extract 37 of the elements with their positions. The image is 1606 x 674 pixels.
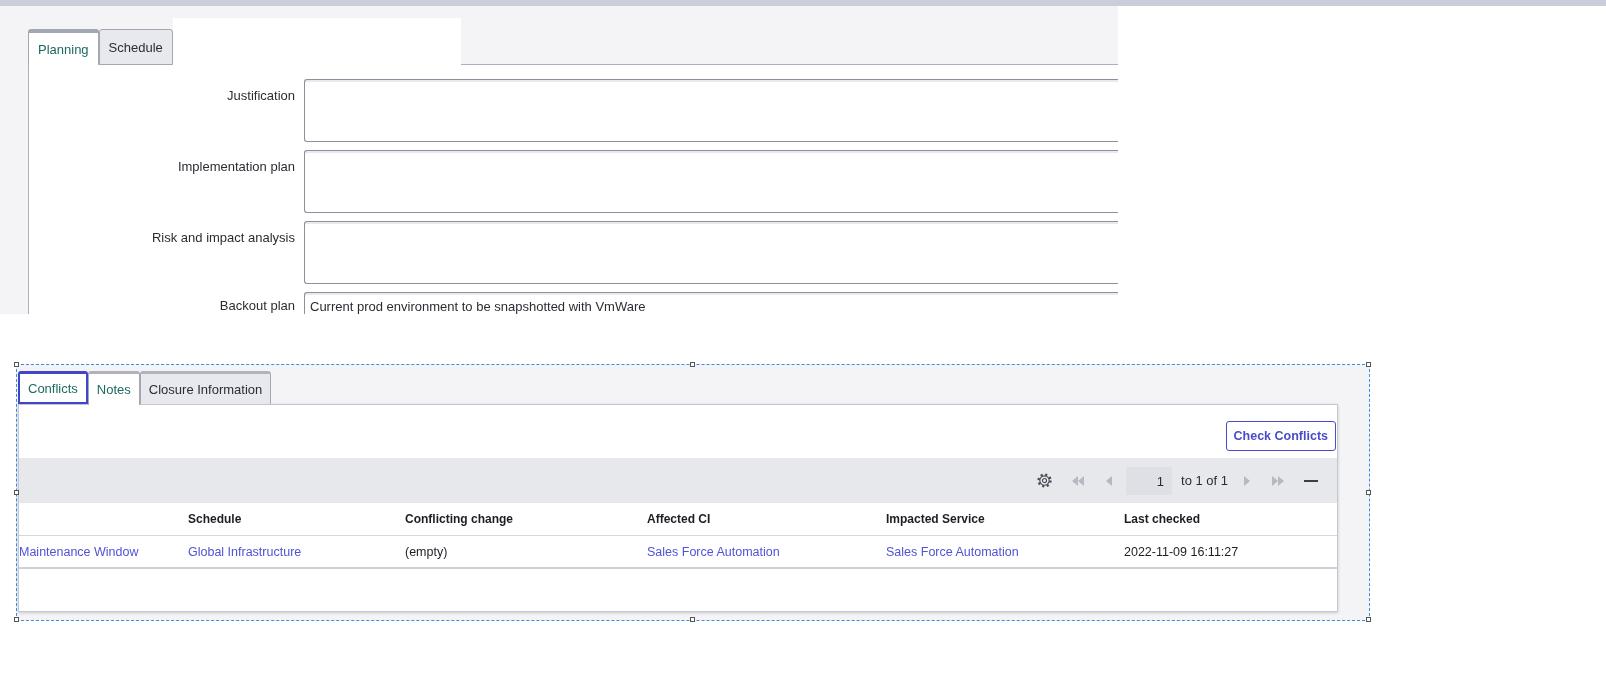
resize-handle-icon[interactable] xyxy=(1366,362,1371,367)
table-link[interactable]: Maintenance Window xyxy=(19,544,139,559)
text-area-field[interactable] xyxy=(304,79,1118,142)
related-list-tab[interactable]: Conflicts xyxy=(18,371,88,404)
resize-handle-icon[interactable] xyxy=(14,362,19,367)
page-range: to 1 of 1 xyxy=(1181,473,1228,488)
column-header[interactable]: Affected CI xyxy=(647,512,711,526)
resize-handle-icon[interactable] xyxy=(14,489,19,495)
column-header[interactable]: Impacted Service xyxy=(886,512,985,526)
table-link[interactable]: Global Infrastructure xyxy=(188,544,302,559)
text-input-field[interactable]: Current prod environment to be snapshotted with VmWare xyxy=(304,292,1118,314)
table-link[interactable]: Sales Force Automation xyxy=(647,544,780,559)
column-header[interactable]: Conflicting change xyxy=(405,512,513,526)
resize-handle-icon[interactable] xyxy=(690,362,695,367)
page-number-field[interactable]: 1 xyxy=(1126,466,1172,495)
related-list-tab[interactable]: Notes xyxy=(87,371,140,405)
text-area-field[interactable] xyxy=(304,150,1118,213)
field-label: Backout plan xyxy=(218,297,295,313)
check-conflicts-button[interactable]: Check Conflicts xyxy=(1225,421,1336,451)
form-tab[interactable]: Planning xyxy=(28,29,99,65)
resize-handle-icon[interactable] xyxy=(1366,617,1371,622)
collapse-icon[interactable] xyxy=(1304,479,1318,482)
field-label: Implementation plan xyxy=(176,158,295,174)
table-cell: 2022-11-09 16:11:27 xyxy=(1124,544,1239,559)
resize-handle-icon[interactable] xyxy=(14,617,19,622)
settings-icon[interactable] xyxy=(1037,473,1052,488)
column-header[interactable]: Schedule xyxy=(188,512,242,526)
related-list-tab[interactable]: Closure Information xyxy=(139,371,272,404)
field-label: Risk and impact analysis xyxy=(150,229,295,245)
resize-handle-icon[interactable] xyxy=(1366,489,1371,495)
text-area-field[interactable] xyxy=(304,221,1118,284)
table-link[interactable]: Sales Force Automation xyxy=(886,544,1019,559)
column-header[interactable]: Last checked xyxy=(1124,512,1201,526)
field-label: Justification xyxy=(226,87,295,103)
form-tab[interactable]: Schedule xyxy=(98,29,173,65)
table-cell: (empty) xyxy=(405,544,448,559)
resize-handle-icon[interactable] xyxy=(690,617,695,622)
